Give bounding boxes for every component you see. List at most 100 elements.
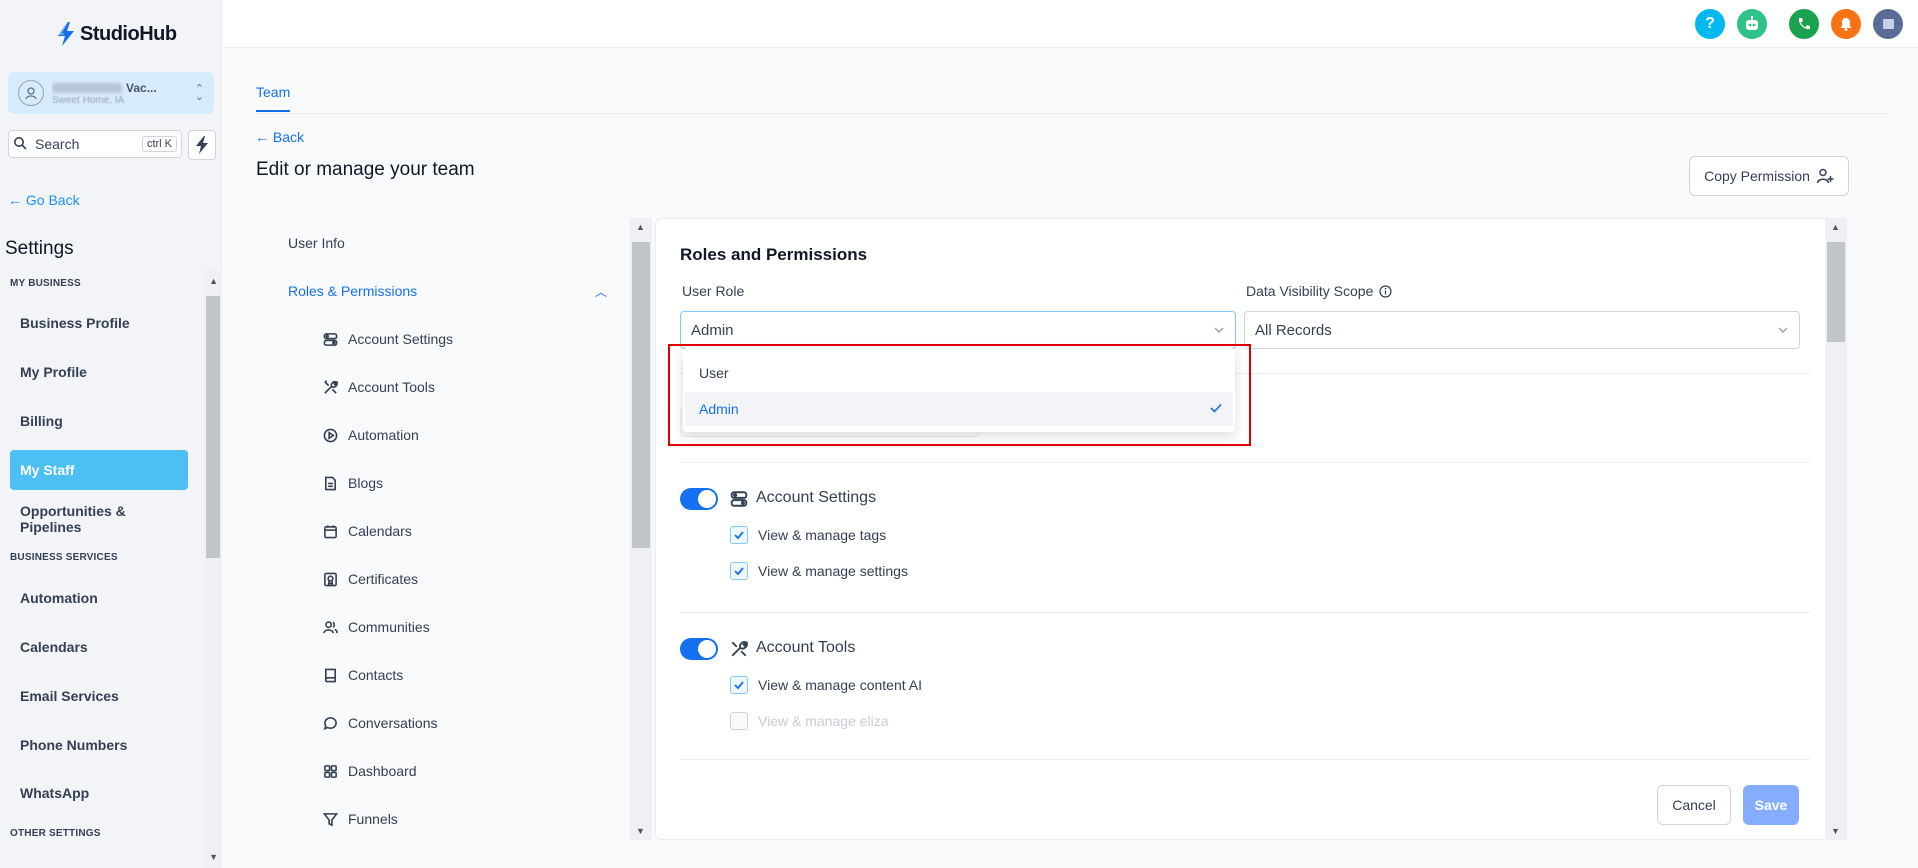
phone-icon — [1798, 18, 1810, 30]
user-role-label-text: User Role — [682, 283, 745, 299]
chevron-down-icon — [1214, 327, 1224, 333]
sidebar-scroll-thumb[interactable] — [206, 296, 220, 558]
permission-view-manage-settings[interactable]: View & manage settings — [730, 562, 908, 580]
panel-title: Roles and Permissions — [680, 245, 868, 264]
subnav-blogs[interactable]: Blogs — [322, 475, 383, 491]
info-icon[interactable] — [1379, 284, 1392, 298]
scroll-down-icon[interactable]: ▼ — [1831, 826, 1840, 836]
divider — [680, 612, 1810, 613]
visibility-value: All Records — [1255, 321, 1332, 339]
subnav-label: Account Settings — [348, 331, 454, 347]
help-button[interactable]: ? — [1695, 9, 1725, 39]
subnav-account-tools[interactable]: Account Tools — [322, 379, 435, 395]
app-name: StudioHub — [80, 22, 177, 45]
checkbox-checked[interactable] — [730, 526, 748, 544]
sidebar-item-opportunities[interactable]: Opportunities & Pipelines — [10, 499, 188, 539]
panel-scrollbar[interactable]: ▲ ▼ — [1825, 218, 1847, 840]
subnav-communities[interactable]: Communities — [322, 619, 430, 635]
divider — [680, 462, 1810, 463]
chevron-up-icon[interactable]: ︿ — [595, 283, 607, 300]
search-shortcut: ctrl K — [141, 136, 177, 152]
subnav-label: Certificates — [348, 571, 419, 587]
permission-view-manage-tags[interactable]: View & manage tags — [730, 526, 886, 544]
sidebar-item-my-profile[interactable]: My Profile — [10, 352, 188, 392]
account-switcher[interactable]: Vac... Sweet Home, IA ⌃ ⌄ — [8, 72, 214, 114]
subnav-label: Conversations — [348, 715, 438, 731]
tools-icon — [730, 640, 748, 658]
subnav-label: Contacts — [348, 667, 404, 683]
account-settings-icon — [730, 490, 748, 508]
sidebar-item-calendars[interactable]: Calendars — [10, 627, 188, 667]
go-back-label: Go Back — [25, 192, 80, 208]
visibility-select[interactable]: All Records — [1244, 311, 1800, 349]
copy-permission-button[interactable]: Copy Permission — [1689, 156, 1849, 196]
scroll-down-icon[interactable]: ▼ — [636, 826, 645, 836]
account-location: Sweet Home, IA — [52, 94, 125, 106]
sidebar-item-phone-numbers[interactable]: Phone Numbers — [10, 725, 188, 765]
user-avatar[interactable] — [1873, 9, 1903, 39]
section-my-business: MY BUSINESS — [10, 278, 81, 289]
subnav-roles-permissions[interactable]: Roles & Permissions — [288, 283, 417, 299]
subnav-certificates[interactable]: Certificates — [322, 571, 418, 587]
account-settings-toggle[interactable] — [680, 488, 718, 510]
go-back-link[interactable]: ← Go Back — [8, 192, 80, 208]
sidebar-item-my-staff[interactable]: My Staff — [10, 450, 188, 490]
sidebar-item-business-profile[interactable]: Business Profile — [10, 303, 188, 343]
save-button[interactable]: Save — [1743, 785, 1799, 825]
roles-permissions-panel: Roles and Permissions User Role Admin Da… — [655, 218, 1835, 840]
tab-team[interactable]: Team — [256, 84, 291, 112]
permission-label: View & manage eliza — [758, 713, 889, 729]
account-tools-toggle[interactable] — [680, 638, 718, 660]
scroll-up-icon[interactable]: ▲ — [1831, 222, 1840, 232]
cancel-button[interactable]: Cancel — [1657, 785, 1731, 825]
user-role-value: Admin — [691, 321, 734, 339]
scroll-up-icon[interactable]: ▲ — [209, 276, 218, 286]
subnav-user-info[interactable]: User Info — [288, 235, 345, 251]
subnav-account-settings[interactable]: Account Settings — [322, 331, 453, 347]
subnav-funnels[interactable]: Funnels — [322, 811, 398, 827]
sidebar-scrollbar[interactable]: ▲ ▼ — [204, 270, 222, 868]
play-circle-icon — [322, 427, 338, 443]
subnav-conversations[interactable]: Conversations — [322, 715, 438, 731]
notifications-button[interactable] — [1831, 9, 1861, 39]
calendar-icon — [322, 523, 338, 539]
ai-bot-button[interactable] — [1737, 9, 1767, 39]
back-link[interactable]: ← Back — [255, 129, 304, 145]
checkbox-checked[interactable] — [730, 676, 748, 694]
sidebar-item-billing[interactable]: Billing — [10, 401, 188, 441]
permission-view-manage-eliza: View & manage eliza — [730, 712, 888, 730]
document-icon — [322, 475, 338, 491]
search-input[interactable]: Search ctrl K — [8, 130, 182, 158]
contact-book-icon — [322, 667, 338, 683]
location-icon — [18, 80, 44, 106]
avatar-icon — [1883, 19, 1894, 29]
subnav-label: Dashboard — [348, 763, 417, 779]
subnav-contacts[interactable]: Contacts — [322, 667, 403, 683]
page-title: Edit or manage your team — [256, 159, 475, 180]
sidebar-item-automation[interactable]: Automation — [10, 578, 188, 618]
sidebar-item-email-services[interactable]: Email Services — [10, 676, 188, 716]
scroll-up-icon[interactable]: ▲ — [636, 222, 645, 232]
check-icon — [734, 567, 744, 576]
user-plus-icon — [1816, 168, 1834, 184]
chat-bubble-icon — [322, 715, 338, 731]
subnav-automation[interactable]: Automation — [322, 427, 419, 443]
subnav-dashboard[interactable]: Dashboard — [322, 763, 417, 779]
bot-icon — [1746, 16, 1758, 30]
app-logo[interactable]: StudioHub — [56, 22, 177, 46]
sidebar-item-whatsapp[interactable]: WhatsApp — [10, 773, 188, 813]
subnav-scroll-thumb[interactable] — [632, 242, 650, 548]
subnav-calendars[interactable]: Calendars — [322, 523, 412, 539]
permission-view-manage-content-ai[interactable]: View & manage content AI — [730, 676, 922, 694]
scroll-down-icon[interactable]: ▼ — [209, 852, 218, 862]
subnav-label: Funnels — [348, 811, 398, 827]
quick-actions-button[interactable] — [188, 130, 216, 160]
checkbox-checked[interactable] — [730, 562, 748, 580]
phone-button[interactable] — [1789, 9, 1819, 39]
permission-label: View & manage tags — [758, 527, 887, 543]
subnav-scrollbar[interactable]: ▲ ▼ — [630, 218, 652, 840]
bell-icon — [1840, 18, 1852, 31]
back-label: Back — [272, 129, 305, 145]
account-name-redacted — [52, 82, 122, 93]
panel-scroll-thumb[interactable] — [1827, 242, 1845, 342]
